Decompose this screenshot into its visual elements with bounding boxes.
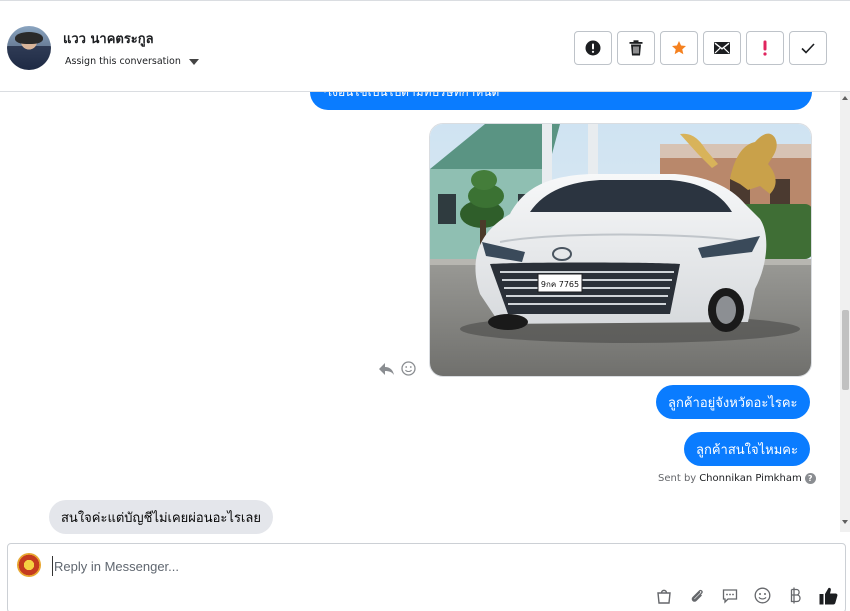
mark-spam-button[interactable]: [574, 31, 612, 65]
star-button[interactable]: [660, 31, 698, 65]
caret-down-icon: [188, 58, 199, 65]
contact-name[interactable]: แวว นาคตระกูล: [63, 28, 154, 49]
star-icon: [672, 41, 686, 55]
car-photo: 9กค 7765: [430, 124, 811, 376]
scrollbar-thumb[interactable]: [842, 310, 849, 390]
baht-icon: [790, 587, 801, 604]
reply-icon[interactable]: [378, 362, 395, 376]
scroll-up-arrow-icon[interactable]: [842, 96, 848, 100]
paperclip-icon: [691, 589, 703, 602]
reply-composer: [7, 543, 846, 611]
license-plate: 9กค 7765: [541, 280, 579, 289]
composer-toolbar: [654, 586, 838, 605]
thumbs-up-icon: [819, 587, 838, 604]
contact-avatar[interactable]: [7, 26, 51, 70]
payment-button[interactable]: [786, 586, 805, 605]
mark-unread-button[interactable]: [703, 31, 741, 65]
saved-replies-button[interactable]: [720, 586, 739, 605]
exclamation-circle-icon: [585, 40, 601, 56]
message-bubble-outgoing[interactable]: *เงื่อนไขเป็นไปตามที่บริษัทกำหนด: [310, 92, 812, 110]
attach-button[interactable]: [687, 586, 706, 605]
emoji-reaction-icon[interactable]: [401, 361, 416, 376]
like-button[interactable]: [819, 586, 838, 605]
envelope-icon: [714, 42, 730, 54]
sent-by-prefix: Sent by: [658, 473, 697, 484]
message-tools: [378, 361, 416, 376]
assign-conversation-dropdown[interactable]: Assign this conversation: [65, 56, 199, 67]
conversation-header: แวว นาคตระกูล Assign this conversation: [0, 4, 850, 92]
exclamation-icon: [763, 40, 767, 56]
emoji-button[interactable]: [753, 586, 772, 605]
reply-input[interactable]: [52, 556, 752, 576]
message-bubble-incoming[interactable]: สนใจค่ะแต่บัญชีไม่เคยผ่อนอะไรเลย: [49, 500, 273, 534]
conversation-actions: [574, 31, 827, 65]
delete-button[interactable]: [617, 31, 655, 65]
assign-label: Assign this conversation: [65, 56, 181, 67]
shop-bag-button[interactable]: [654, 586, 673, 605]
message-image[interactable]: 9กค 7765: [429, 123, 812, 377]
page-avatar: [17, 553, 41, 577]
message-text: สนใจค่ะแต่บัญชีไม่เคยผ่อนอะไรเลย: [61, 510, 261, 526]
message-bubble-outgoing[interactable]: ลูกค้าสนใจไหมคะ: [684, 432, 810, 466]
smiley-icon: [754, 587, 771, 604]
scroll-down-arrow-icon[interactable]: [842, 520, 848, 524]
chat-scrollbar[interactable]: [840, 92, 850, 532]
mark-done-button[interactable]: [789, 31, 827, 65]
follow-up-button[interactable]: [746, 31, 784, 65]
shopping-bag-icon: [656, 589, 671, 604]
trash-icon: [629, 40, 643, 56]
message-bubble-outgoing[interactable]: ลูกค้าอยู่จังหวัดอะไรคะ: [656, 385, 810, 419]
help-icon[interactable]: ?: [804, 473, 816, 484]
chat-bubble-icon: [722, 588, 737, 604]
message-text: ลูกค้าสนใจไหมคะ: [696, 442, 798, 458]
message-text: ลูกค้าอยู่จังหวัดอะไรคะ: [668, 395, 798, 411]
message-text: *เงื่อนไขเป็นไปตามที่บริษัทกำหนด: [322, 92, 500, 99]
check-icon: [801, 42, 815, 54]
sent-by-name[interactable]: Chonnikan Pimkham: [699, 473, 801, 484]
sent-by-info: Sent by Chonnikan Pimkham ?: [658, 473, 816, 484]
